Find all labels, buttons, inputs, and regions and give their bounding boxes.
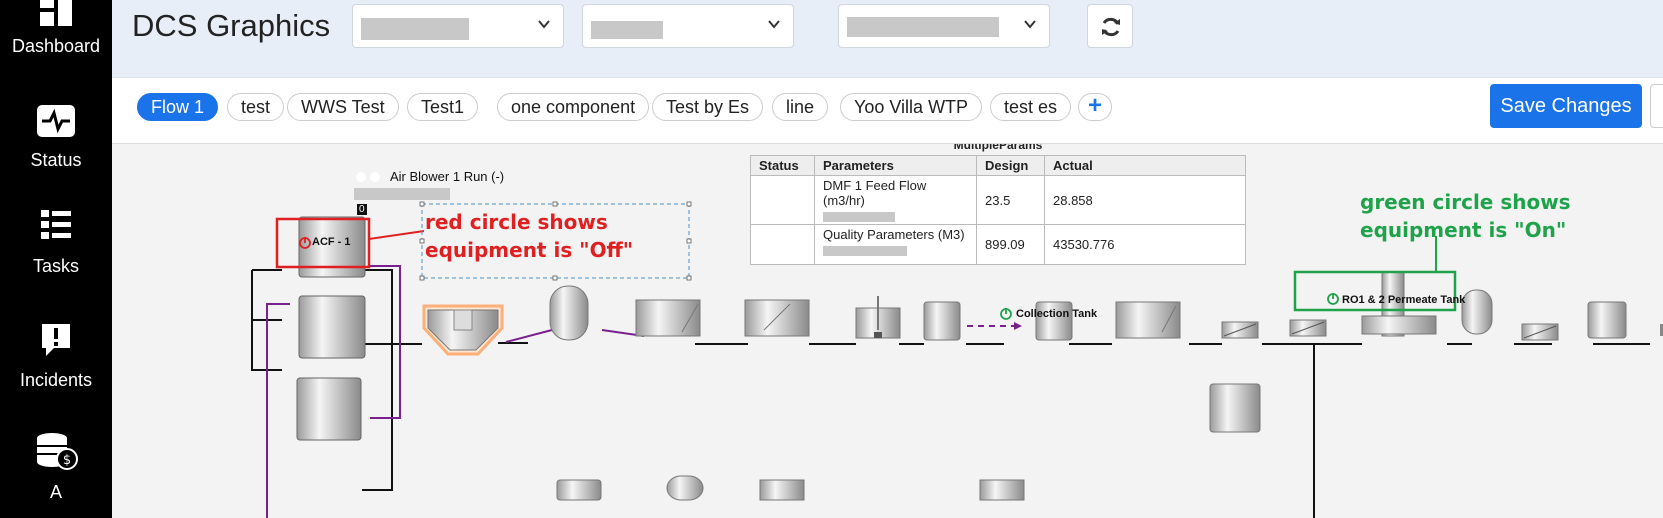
column-header: Status: [750, 155, 815, 176]
design-cell: 899.09: [976, 224, 1045, 265]
dashboard-icon: [40, 0, 72, 26]
acf-3-tank: [296, 377, 362, 441]
sidebar-item-label: A: [49, 482, 62, 502]
air-blower-value: 0: [357, 204, 367, 215]
tab-test[interactable]: test: [227, 93, 285, 121]
sidebar-item-label: Dashboard: [11, 36, 101, 56]
product-tank: [1587, 301, 1627, 339]
save-changes-button[interactable]: Save Changes: [1490, 84, 1642, 128]
top-bar: DCS Graphics: [112, 0, 1663, 78]
page-title: DCS Graphics: [132, 8, 331, 43]
sidebar-item-status[interactable]: Status: [0, 104, 112, 180]
red-annotation-line1: red circle shows: [425, 210, 608, 234]
flow-arrow: [1014, 322, 1022, 330]
permeate-tank: [1361, 315, 1437, 335]
status-cell: [750, 224, 815, 265]
clarifier-equipment: [422, 304, 504, 356]
acf-1-label: ACF - 1: [312, 236, 351, 248]
sidebar-item-tasks[interactable]: Tasks: [0, 208, 112, 284]
lower-vessel: [666, 475, 704, 501]
parameter-cell: DMF 1 Feed Flow (m3/hr): [814, 175, 977, 225]
filter-basin: [744, 299, 810, 337]
tab-wws-test[interactable]: WWS Test: [287, 93, 399, 121]
red-annotation-line2: equipment is "Off": [425, 238, 634, 262]
params-table: Status Parameters Design Actual DMF 1 Fe…: [750, 155, 1246, 265]
redacted-value: [591, 21, 663, 39]
uf-basin: [1115, 301, 1181, 339]
actual-cell: 28.858: [1044, 175, 1246, 225]
alert-icon: [42, 324, 70, 356]
tab-flow-1[interactable]: Flow 1: [137, 93, 219, 121]
acf-2-tank: [298, 295, 366, 359]
pressure-vessel-2: [1461, 289, 1493, 335]
column-header: Actual: [1044, 155, 1246, 176]
storage-tank: [923, 301, 961, 341]
status-dot: [370, 172, 380, 182]
filter-select-2[interactable]: [582, 4, 794, 48]
design-cell: 23.5: [976, 175, 1045, 225]
filter-select-3[interactable]: [838, 4, 1050, 48]
tab-test1[interactable]: Test1: [407, 93, 479, 121]
parameter-name: DMF 1 Feed Flow (m3/hr): [823, 178, 927, 208]
sidebar-item-label: Incidents: [19, 370, 93, 390]
redacted-value: [823, 212, 895, 222]
add-tab-button[interactable]: +: [1078, 93, 1112, 121]
green-annotation-line2: equipment is "On": [1360, 218, 1567, 242]
database-coin-icon: $: [37, 433, 78, 470]
svg-text:$: $: [63, 453, 71, 468]
redacted-value: [823, 246, 907, 256]
checklist-icon: [41, 210, 71, 239]
status-cell: [750, 175, 815, 225]
collection-tank-label: Collection Tank: [1016, 308, 1098, 320]
pressure-vessel: [549, 285, 589, 341]
sidebar-item-label: Tasks: [32, 256, 79, 276]
chevron-down-icon: [1024, 20, 1036, 29]
refresh-button[interactable]: [1087, 4, 1133, 48]
sidebar-item-label: Status: [30, 150, 82, 170]
sidebar-item-assets[interactable]: $ A: [0, 432, 112, 518]
tab-yoo-villa-wtp[interactable]: Yoo Villa WTP: [840, 93, 983, 121]
tab-line[interactable]: line: [772, 93, 829, 121]
pulse-icon: [37, 105, 75, 137]
parameter-name: Quality Parameters (M3): [823, 227, 965, 242]
status-dot: [356, 172, 366, 182]
refresh-icon: [1102, 17, 1120, 37]
column-header: Design: [976, 155, 1045, 176]
table-row: Quality Parameters (M3) 899.09 43530.776: [750, 224, 1246, 265]
red-callout-line: [368, 230, 425, 240]
tab-one-component[interactable]: one component: [497, 93, 650, 121]
sidebar-item-incidents[interactable]: Incidents: [0, 322, 112, 398]
redacted-value: [361, 18, 469, 40]
filter-select-1[interactable]: [352, 4, 564, 48]
chevron-down-icon: [768, 20, 780, 29]
sidebar: Dashboard Status Tasks Incidents $ A: [0, 0, 112, 518]
params-table-title: MultipleParams: [953, 144, 1043, 152]
table-header-row: Status Parameters Design Actual: [750, 155, 1246, 176]
tab-test-es[interactable]: test es: [990, 93, 1072, 121]
parameter-cell: Quality Parameters (M3): [814, 224, 977, 265]
column-header: Parameters: [814, 155, 977, 176]
tab-test-by-es[interactable]: Test by Es: [652, 93, 764, 121]
permeate-tank-label: RO1 & 2 Permeate Tank: [1342, 294, 1466, 306]
redacted-value: [847, 17, 999, 37]
lower-tank-2: [759, 479, 805, 501]
lower-tank-3: [979, 479, 1025, 501]
air-blower-label: Air Blower 1 Run (-): [390, 169, 505, 184]
lower-tank-1: [556, 479, 602, 501]
table-row: DMF 1 Feed Flow (m3/hr) 23.5 28.858: [750, 175, 1246, 225]
flow-tab-bar: Flow 1 test WWS Test Test1 one component…: [112, 78, 1663, 144]
standalone-tank: [1209, 383, 1261, 433]
green-annotation-line1: green circle shows: [1360, 190, 1571, 214]
sidebar-item-dashboard[interactable]: Dashboard: [0, 0, 112, 60]
chevron-down-icon: [538, 20, 550, 29]
more-button[interactable]: [1650, 84, 1663, 128]
redacted-value: [354, 188, 450, 200]
actual-cell: 43530.776: [1044, 224, 1246, 265]
graphics-canvas[interactable]: Air Blower 1 Run (-) 0 ACF - 1 red circl…: [112, 144, 1663, 518]
